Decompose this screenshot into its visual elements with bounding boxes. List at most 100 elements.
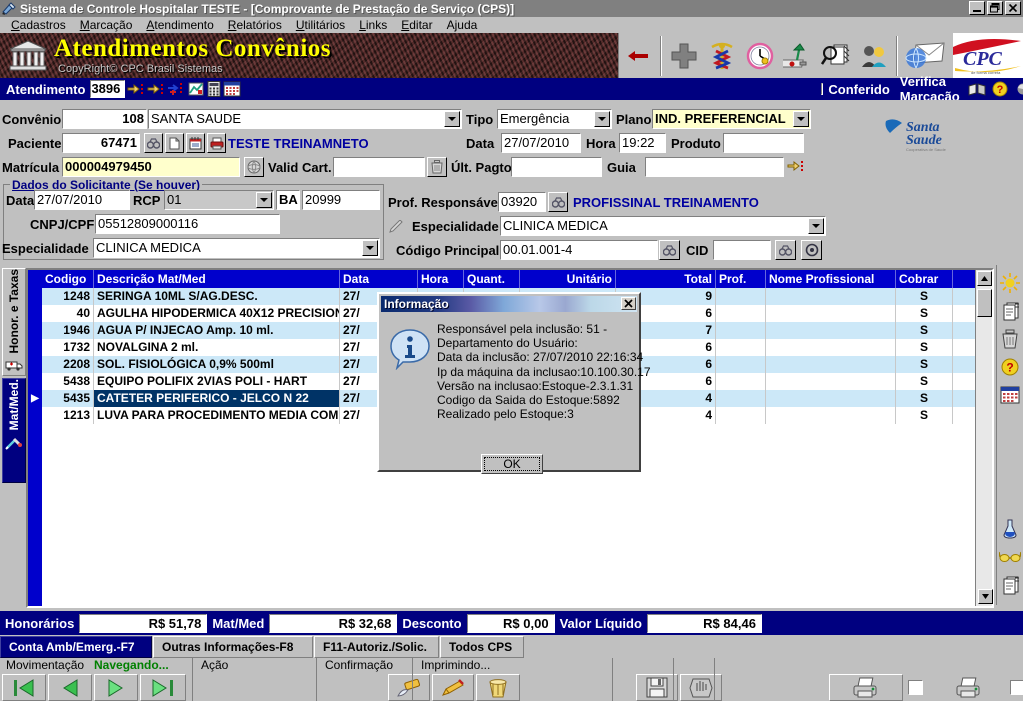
desk-lamp-icon[interactable] (779, 36, 817, 76)
flask-icon[interactable] (998, 517, 1022, 541)
scroll-thumb[interactable] (977, 289, 992, 317)
binoculars-icon[interactable] (659, 240, 680, 260)
matricula-input[interactable]: 000004979450 (62, 157, 240, 177)
minimize-button[interactable] (969, 1, 985, 15)
prof-code-input[interactable]: 03920 (498, 192, 546, 212)
uf-field[interactable]: BA (276, 190, 300, 210)
plus-icon[interactable] (665, 36, 703, 76)
calendar-icon[interactable] (998, 383, 1022, 407)
vtab-honorarios[interactable]: Honor. e Taxas (2, 268, 26, 376)
first-record-icon[interactable] (2, 674, 46, 701)
col-header-cobrar[interactable]: Cobrar (896, 270, 953, 288)
tab-f11-autoriz[interactable]: F11-Autoriz./Solic. (314, 636, 439, 658)
globe-hand-icon[interactable] (244, 157, 264, 177)
cnpj-input[interactable]: 05512809000116 (95, 214, 280, 234)
responsavel-especialidade-combo[interactable]: CLINICA MEDICA (500, 216, 826, 236)
tab-todos-cps[interactable]: Todos CPS (440, 636, 524, 658)
notebook-icon[interactable] (186, 133, 205, 153)
trash-icon[interactable] (998, 327, 1022, 351)
chevron-down-icon[interactable] (444, 111, 460, 127)
dialog-ok-button[interactable]: OK (481, 454, 543, 474)
binoculars-icon[interactable] (775, 240, 796, 260)
menu-atendimento[interactable]: Atendimento (139, 18, 220, 33)
data-input[interactable]: 27/07/2010 (501, 133, 581, 153)
codigo-principal-input[interactable]: 00.01.001-4 (500, 240, 658, 260)
copy-docs-2-icon[interactable] (998, 573, 1022, 597)
print-checkbox-2[interactable] (1010, 680, 1023, 695)
guia-input[interactable] (645, 157, 784, 177)
dialog-close-button[interactable] (621, 297, 636, 310)
printer-icon[interactable] (207, 133, 226, 153)
ball-icon[interactable] (1016, 80, 1023, 98)
trash-icon[interactable] (427, 157, 447, 177)
col-header-data[interactable]: Data (340, 270, 418, 288)
circle-icon[interactable] (801, 240, 822, 260)
menu-utilitarios[interactable]: Utilitários (289, 18, 352, 33)
magnifier-docs-icon[interactable] (817, 36, 855, 76)
vtab-matmed[interactable]: Mat/Med. (2, 378, 26, 483)
chevron-down-icon[interactable] (362, 240, 378, 256)
hand-point-icon[interactable] (127, 80, 145, 98)
menu-marcacao[interactable]: Marcação (73, 18, 140, 33)
copy-docs-icon[interactable] (998, 299, 1022, 323)
col-header-total[interactable]: Total (616, 270, 716, 288)
calculator-icon[interactable] (207, 80, 221, 98)
ult-pagto-input[interactable] (511, 157, 602, 177)
calendar-icon[interactable] (223, 80, 241, 98)
cid-input[interactable] (713, 240, 771, 260)
solicitante-especialidade-combo[interactable]: CLINICA MEDICA (93, 238, 380, 258)
caduceus-icon[interactable] (703, 36, 741, 76)
book-icon[interactable] (968, 80, 986, 98)
valid-cart-input[interactable] (333, 157, 425, 177)
help-icon[interactable]: ? (998, 355, 1022, 379)
atendimento-input[interactable]: 3896 (90, 80, 126, 98)
sun-icon[interactable] (998, 271, 1022, 295)
col-header-hora[interactable]: Hora (418, 270, 464, 288)
menu-ajuda[interactable]: Ajuda (440, 18, 485, 33)
page-icon[interactable] (165, 133, 184, 153)
rcp-combo[interactable]: 01 (164, 190, 274, 210)
print-2-icon[interactable] (932, 674, 1006, 701)
maximize-button[interactable] (987, 1, 1003, 15)
back-arrow-icon[interactable] (619, 36, 657, 76)
print-icon[interactable] (829, 674, 903, 701)
scroll-down-button[interactable] (978, 589, 993, 604)
col-header-prof[interactable]: Prof. (716, 270, 766, 288)
glasses-icon[interactable] (998, 545, 1022, 569)
last-record-icon[interactable] (140, 674, 186, 701)
tab-outras-informacoes[interactable]: Outras Informações-F8 (153, 636, 313, 658)
guia-hand-point-icon[interactable] (787, 159, 805, 175)
col-header-quant[interactable]: Quant. (464, 270, 520, 288)
col-header-descricao[interactable]: Descrição Mat/Med (94, 270, 340, 288)
col-header-unitario[interactable]: Unitário (520, 270, 616, 288)
scroll-up-button[interactable] (977, 271, 992, 286)
paciente-code-input[interactable]: 67471 (62, 133, 140, 153)
col-header-nome[interactable]: Nome Profissional (766, 270, 896, 288)
add-red-icon[interactable] (167, 80, 185, 98)
people-icon[interactable] (855, 36, 893, 76)
chevron-down-icon[interactable] (256, 192, 272, 208)
binoculars-icon[interactable] (144, 133, 163, 153)
chevron-down-icon[interactable] (793, 111, 809, 127)
menu-links[interactable]: Links (352, 18, 394, 33)
convenio-code-input[interactable]: 108 (62, 109, 147, 129)
menu-editar[interactable]: Editar (394, 18, 439, 33)
conferido-checkbox[interactable] (821, 83, 824, 95)
menu-relatorios[interactable]: Relatórios (221, 18, 289, 33)
menu-cadastros[interactable]: Cadastros (4, 18, 73, 33)
chart-icon[interactable] (187, 80, 205, 98)
tab-conta-amb-emerg[interactable]: Conta Amb/Emerg.-F7 (0, 636, 152, 658)
prev-record-icon[interactable] (48, 674, 92, 701)
grid-vertical-scrollbar[interactable] (975, 270, 993, 606)
hora-input[interactable]: 19:22 (619, 133, 666, 153)
help-icon[interactable]: ? (992, 80, 1008, 98)
binoculars-icon[interactable] (548, 192, 568, 212)
plano-combo[interactable]: IND. PREFERENCIAL (652, 109, 811, 129)
globe-mail-icon[interactable] (901, 36, 951, 76)
convenio-name-combo[interactable]: SANTA SAUDE (148, 109, 462, 129)
close-button[interactable] (1005, 1, 1021, 15)
next-record-icon[interactable] (94, 674, 138, 701)
print-checkbox-1[interactable] (908, 680, 923, 695)
chevron-down-icon[interactable] (594, 111, 610, 127)
tipo-combo[interactable]: Emergência (497, 109, 612, 129)
